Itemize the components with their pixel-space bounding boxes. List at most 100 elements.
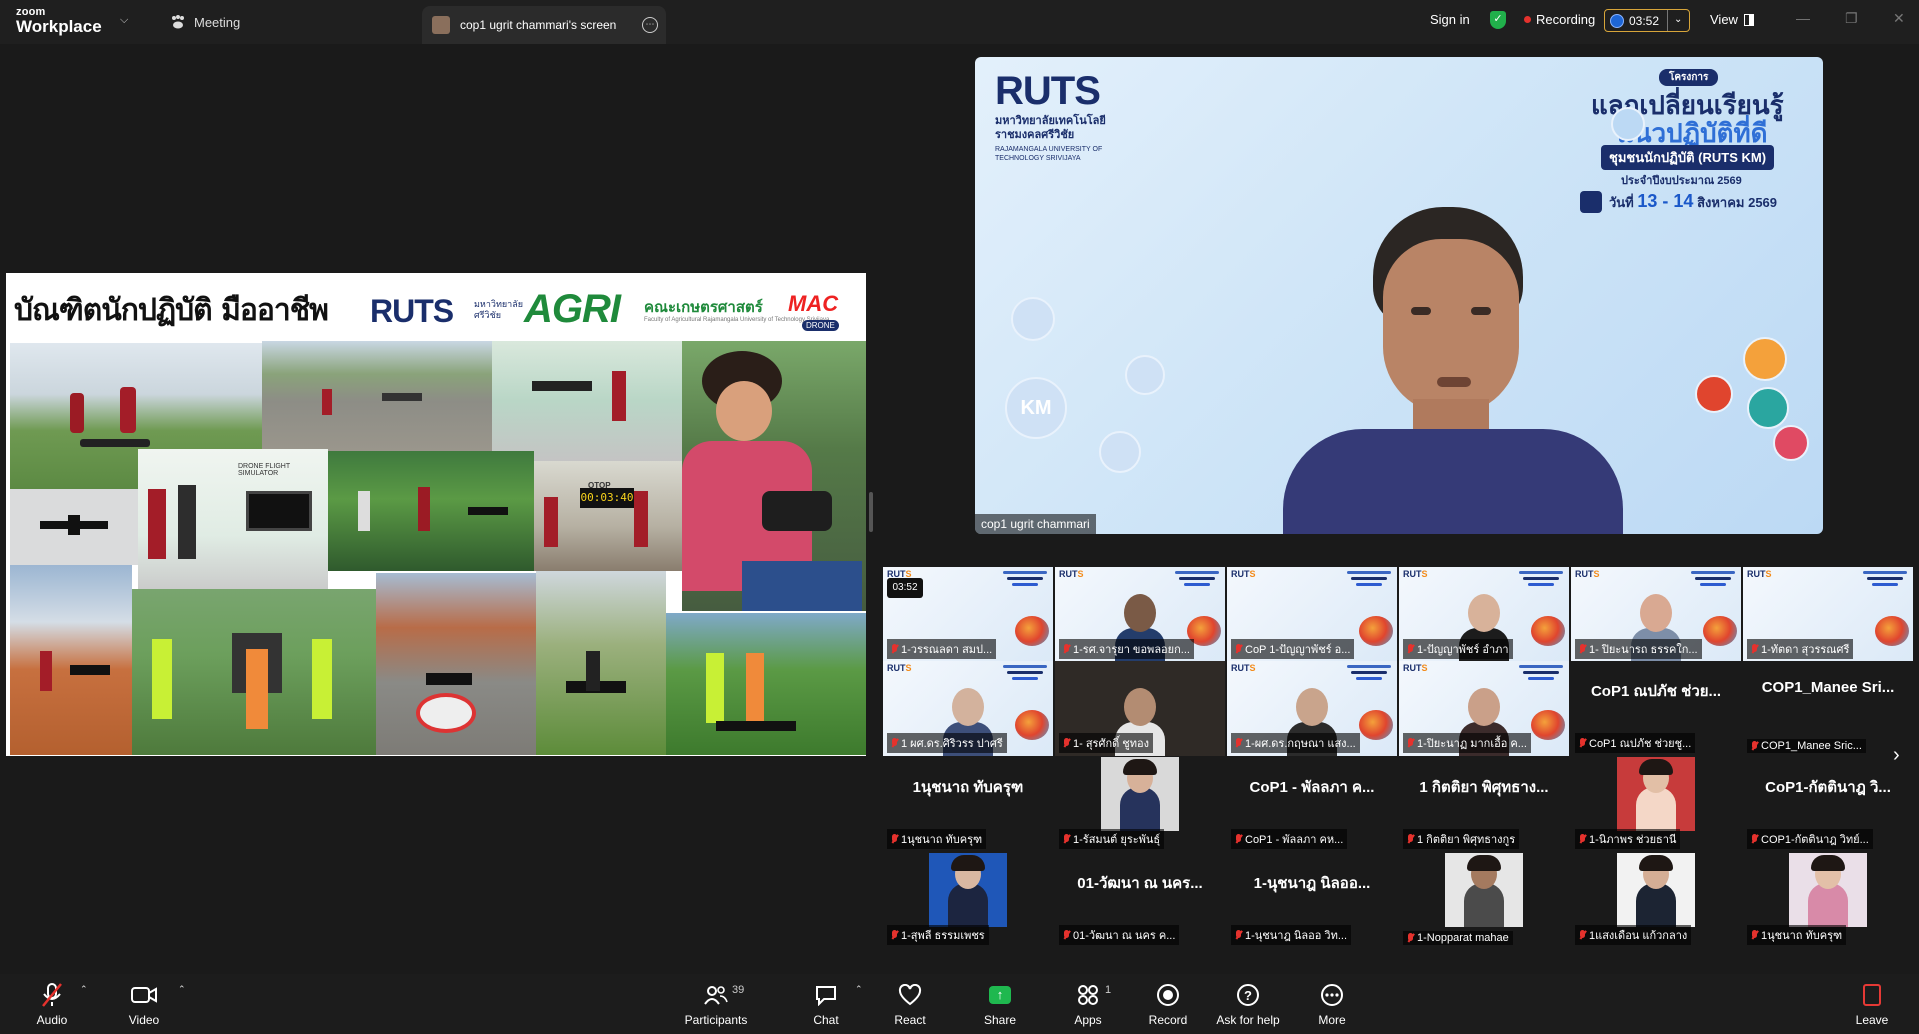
mic-muted-icon (1235, 834, 1242, 844)
participant-display-name: 1นุชนาถ ทับครุฑ (912, 779, 1024, 796)
chevron-up-icon[interactable]: ⌃ (178, 984, 186, 995)
mac-text: MAC (788, 291, 839, 316)
meeting-timer[interactable]: 03:52 ⌄ (1604, 9, 1690, 32)
participant-tile[interactable]: RUTS 03:52 1-วรรณลดา สมป... (883, 567, 1053, 662)
participant-name-bar: 1-Nopparat mahae (1403, 931, 1513, 945)
participant-tile[interactable]: RUTS 1-ทัตดา สุวรรณศรี (1743, 567, 1913, 662)
chat-label: Chat (813, 1013, 839, 1027)
participant-tile[interactable]: COP1_Manee Sri... COP1_Manee Sric... (1743, 661, 1913, 756)
chevron-up-icon[interactable]: ⌃ (855, 984, 863, 995)
leave-button[interactable]: Leave (1832, 980, 1912, 1027)
chat-button[interactable]: Chat (786, 980, 866, 1027)
participant-tile[interactable]: 1นุชนาถ ทับครุฑ 1นุชนาถ ทับครุฑ (883, 757, 1053, 852)
react-label: React (894, 1013, 926, 1027)
participant-tile[interactable]: 01-วัฒนา ณ นคร... 01-วัฒนา ณ นคร ค... (1055, 853, 1225, 948)
shared-screen[interactable]: บัณฑิตนักปฏิบัติ มืออาชีพ RUTS มหาวิทยาล… (6, 273, 866, 756)
participant-name-bar: 1-ผศ.ดร.กฤษณา แสง... (1231, 733, 1360, 753)
participant-name-bar: 1 ผศ.ดร.ศิริวรร ปาศรี (887, 733, 1007, 753)
participant-display-name: 01-วัฒนา ณ นคร... (1077, 875, 1203, 892)
simulator-label: DRONE FLIGHT SIMULATOR (238, 463, 290, 477)
mic-muted-icon (1579, 834, 1586, 844)
ruts-logo-text: RUTS (370, 293, 454, 329)
video-button[interactable]: Video (104, 980, 184, 1027)
chevron-right-icon[interactable]: › (1893, 744, 1900, 767)
participant-tile[interactable]: 1แสงเดือน แก้วกลาง (1571, 853, 1741, 948)
participant-tile[interactable]: 1-Nopparat mahae (1399, 853, 1569, 948)
slide-logo: RUTS (1059, 569, 1084, 579)
active-speaker-video[interactable]: RUTS มหาวิทยาลัยเทคโนโลยี ราชมงคลศรีวิชั… (975, 57, 1823, 534)
chart-icon (1099, 431, 1141, 473)
agri-faculty: คณะเกษตรศาสตร์ (644, 299, 763, 316)
slide-graphic (1015, 710, 1049, 740)
speaker-name-label: cop1 ugrit chammari (975, 514, 1096, 534)
help-icon: ? (1237, 984, 1259, 1006)
minimize-button[interactable]: — (1796, 10, 1810, 26)
chevron-down-icon[interactable]: ⌄ (1667, 10, 1682, 31)
participant-tile[interactable]: 1นุชนาถ ทับครุฑ (1743, 853, 1913, 948)
participant-tile[interactable]: 1-สุพลี ธรรมเพชร (883, 853, 1053, 948)
chevron-down-icon[interactable]: ⌵ (120, 14, 128, 27)
camera-icon (131, 987, 157, 1003)
participant-name-bar: 1- ปิยะนารถ ธรรคใก... (1575, 639, 1702, 659)
react-button[interactable]: React (870, 980, 950, 1027)
close-button[interactable]: ✕ (1893, 10, 1905, 27)
share-button[interactable]: ↑ Share (960, 980, 1040, 1027)
participant-tile[interactable]: CoP1 - พัลลภา ค... CoP1 - พัลลภา คห... (1227, 757, 1397, 852)
recording-indicator[interactable]: Recording (1524, 12, 1595, 27)
participant-tile[interactable]: 1-รัสมนต์ ยุระพันธุ์ (1055, 757, 1225, 852)
participant-tile[interactable]: 1 กิตติยา พิศุทธาง... 1 กิตติยา พิศุทธางก… (1399, 757, 1569, 852)
participant-tile[interactable]: CoP1-กัตตินาฎ วิ... COP1-กัตตินาฎ วิทย์..… (1743, 757, 1913, 852)
participant-name: 1-วรรณลดา สมป... (901, 644, 993, 656)
participant-name: 1-รศ.จารุยา ขอพลอยก... (1073, 644, 1190, 656)
apps-icon (1078, 985, 1098, 1005)
maximize-button[interactable]: ❐ (1845, 10, 1858, 27)
participant-tile[interactable]: CoP1 ณปภัช ช่วย... CoP1 ณปภัช ช่วยชู... (1571, 661, 1741, 756)
participant-tile[interactable]: RUTS 1-รศ.จารุยา ขอพลอยก... (1055, 567, 1225, 662)
participant-tile[interactable]: RUTS 1- ปิยะนารถ ธรรคใก... (1571, 567, 1741, 662)
participant-display-name: 1-นุชนาฎ นิลออ... (1253, 875, 1371, 892)
avatar (432, 16, 450, 34)
clock-icon (1610, 13, 1624, 28)
participant-name: 1-ทัตดา สุวรรณศรี (1761, 644, 1850, 656)
participant-tile[interactable]: RUTS 1 ผศ.ดร.ศิริวรร ปาศรี (883, 661, 1053, 756)
mic-muted-icon (1063, 738, 1070, 748)
more-button[interactable]: More (1292, 980, 1372, 1027)
participant-tile[interactable]: RUTS CoP 1-ปัญญาพัชร์ อ... (1227, 567, 1397, 662)
shield-check-icon[interactable]: ✓ (1490, 11, 1506, 29)
bulb-icon (1611, 107, 1645, 141)
record-button[interactable]: Record (1128, 980, 1208, 1027)
audio-label: Audio (36, 1013, 68, 1027)
participant-tile[interactable]: RUTS 1-ปิยะนาฏ มากเอื้อ ค... (1399, 661, 1569, 756)
ask-for-help-button[interactable]: ? Ask for help (1208, 980, 1288, 1027)
chevron-up-icon[interactable]: ⌃ (80, 984, 88, 995)
shared-header: บัณฑิตนักปฏิบัติ มืออาชีพ RUTS มหาวิทยาล… (6, 273, 866, 341)
ask-for-help-label: Ask for help (1216, 1013, 1280, 1027)
resize-handle[interactable] (869, 492, 873, 532)
slide-title-thumbnail (1691, 571, 1735, 601)
photo-landing-pad (376, 573, 536, 755)
apps-button[interactable]: Apps (1048, 980, 1128, 1027)
participant-name-bar: 1-ปิยะนาฏ มากเอื้อ ค... (1403, 733, 1531, 753)
tab-meeting[interactable]: Meeting (170, 0, 240, 44)
university-name-th: มหาวิทยาลัยเทคโนโลยี ราชมงคลศรีวิชัย (995, 115, 1106, 141)
participant-name: COP1-กัตตินาฎ วิทย์... (1761, 834, 1869, 846)
participant-tile[interactable]: 1-นิภาพร ช่วยธานี (1571, 757, 1741, 852)
sign-in-button[interactable]: Sign in (1430, 12, 1470, 27)
apps-count: 1 (1105, 984, 1112, 996)
photo-dirt-field (10, 565, 132, 755)
participant-tile[interactable]: 1-นุชนาฎ นิลออ... 1-นุชนาฎ นิลออ วิท... (1227, 853, 1397, 948)
more-icon[interactable]: ⋯ (642, 17, 658, 33)
mic-muted-icon (891, 738, 898, 748)
participant-tile[interactable]: RUTS 1-ผศ.ดร.กฤษณา แสง... (1227, 661, 1397, 756)
view-button[interactable]: View (1710, 12, 1754, 27)
participant-name-bar: CoP1 ณปภัช ช่วยชู... (1575, 733, 1696, 753)
photo-drone-closeup (10, 489, 138, 565)
zoom-logo[interactable]: zoom Workplace (16, 7, 102, 36)
tab-shared-screen[interactable]: cop1 ugrit chammari's screen ⋯ (422, 6, 666, 44)
participant-name-bar: CoP 1-ปัญญาพัชร์ อ... (1231, 639, 1355, 659)
participant-tile[interactable]: 1- สุรศักดิ์ ชูทอง (1055, 661, 1225, 756)
participant-tile[interactable]: RUTS 1-ปัญญาพัชร์ อำภา (1399, 567, 1569, 662)
slide-graphic (1359, 616, 1393, 646)
participant-name-bar: 1แสงเดือน แก้วกลาง (1575, 925, 1692, 945)
slide-graphic (1703, 616, 1737, 646)
